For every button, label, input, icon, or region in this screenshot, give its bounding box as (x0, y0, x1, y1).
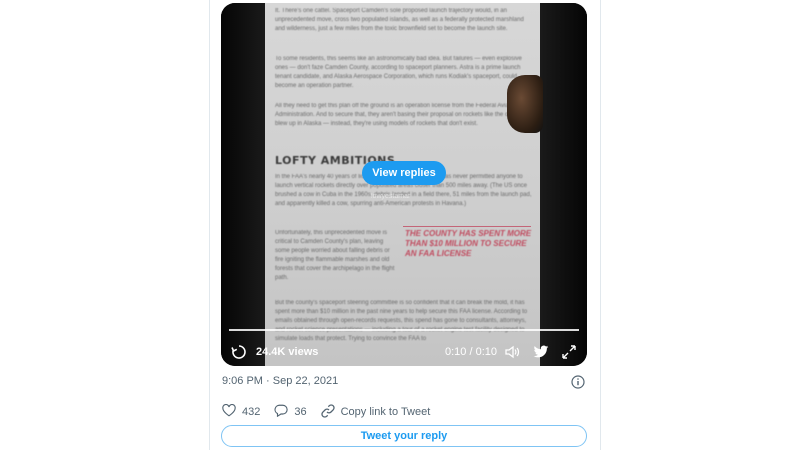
article-paragraph: Unfortunately, this unprecedented move i… (275, 230, 395, 281)
volume-icon[interactable] (504, 338, 520, 366)
video-edge-left (221, 3, 265, 366)
video-time: 0:10 / 0:10 (445, 346, 497, 358)
reply-icon (274, 404, 289, 420)
fullscreen-icon[interactable] (562, 338, 576, 366)
view-replies-button[interactable]: View replies (362, 161, 446, 185)
reply-count-button[interactable]: 36 (274, 404, 307, 420)
pull-quote-rule (403, 226, 531, 227)
video-controls: 24.4K views 0:10 / 0:10 (221, 338, 587, 366)
heart-icon (222, 403, 236, 420)
article-pull-quote: The county has spent more than $10 milli… (405, 229, 532, 258)
twitter-bird-icon[interactable] (533, 338, 549, 366)
video-watermark: lowyestamar (371, 193, 411, 200)
article-paragraph: To some residents, this seems like an as… (275, 56, 522, 89)
video-player[interactable]: It. There's one cattel. Spaceport Camden… (221, 3, 587, 366)
tweet-actions: 432 36 Copy link to Tweet (222, 403, 444, 421)
link-icon (320, 403, 335, 421)
tweet-your-reply-button[interactable]: Tweet your reply (221, 425, 587, 447)
video-edge-right (540, 3, 587, 366)
copy-link-label: Copy link to Tweet (340, 406, 431, 418)
copy-link-button[interactable]: Copy link to Tweet (320, 403, 431, 421)
like-count: 432 (242, 406, 261, 418)
tweet-timestamp[interactable]: 9:06 PM · Sep 22, 2021 (222, 375, 338, 387)
article-paragraph: All they need to get this plan off the g… (275, 103, 527, 127)
article-paragraph: It. There's one cattel. Spaceport Camden… (275, 8, 524, 32)
finger-in-frame (507, 75, 543, 133)
info-icon[interactable] (571, 375, 585, 394)
like-button[interactable]: 432 (222, 403, 261, 420)
video-progress-bar[interactable] (229, 329, 579, 331)
replay-icon[interactable] (231, 338, 247, 366)
view-count: 24.4K views (256, 346, 319, 358)
reply-count: 36 (294, 406, 307, 418)
